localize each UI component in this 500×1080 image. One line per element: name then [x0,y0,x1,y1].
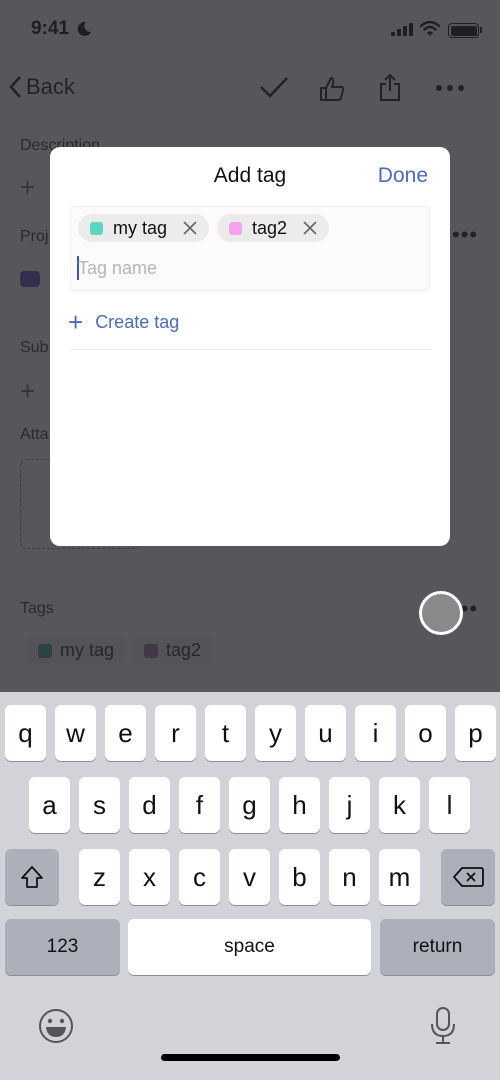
chip-label: my tag [113,217,168,238]
key-j[interactable]: j [329,777,370,833]
create-tag-button[interactable]: + Create tag [68,309,179,335]
divider [70,349,432,350]
key-c[interactable]: c [179,849,220,905]
tag-input-field[interactable]: my tag tag2 [70,206,430,291]
key-q[interactable]: q [5,705,46,761]
key-x[interactable]: x [129,849,170,905]
key-t[interactable]: t [205,705,246,761]
microphone-icon[interactable] [428,1006,458,1046]
done-button[interactable]: Done [378,164,428,188]
touch-indicator [419,591,463,635]
home-indicator [161,1054,340,1061]
numbers-key[interactable]: 123 [5,919,120,975]
add-tag-dialog: Add tag Done my tag tag2 + Create tag [50,147,450,546]
key-k[interactable]: k [379,777,420,833]
selected-tag-chip[interactable]: my tag [78,214,210,242]
key-g[interactable]: g [229,777,270,833]
plus-icon: + [68,307,84,337]
key-a[interactable]: a [29,777,70,833]
key-m[interactable]: m [379,849,420,905]
key-w[interactable]: w [55,705,96,761]
key-y[interactable]: y [255,705,296,761]
chip-label: tag2 [252,217,288,238]
key-v[interactable]: v [229,849,270,905]
key-n[interactable]: n [329,849,370,905]
tag-color-swatch [90,221,103,235]
return-key[interactable]: return [380,919,495,975]
key-u[interactable]: u [305,705,346,761]
remove-tag-icon[interactable] [183,221,197,235]
selected-tag-list: my tag tag2 [78,214,330,242]
key-i[interactable]: i [355,705,396,761]
shift-key[interactable] [5,849,59,905]
key-d[interactable]: d [129,777,170,833]
key-l[interactable]: l [429,777,470,833]
delete-key[interactable] [441,849,495,905]
tag-color-swatch [229,221,243,235]
emoji-icon[interactable] [38,1008,74,1044]
create-tag-label: Create tag [95,311,180,332]
key-s[interactable]: s [79,777,120,833]
key-e[interactable]: e [105,705,146,761]
key-r[interactable]: r [155,705,196,761]
on-screen-keyboard: qwertyuiop asdfghjkl zxcvbnm 123 space r… [0,692,500,1080]
remove-tag-icon[interactable] [303,221,317,235]
key-z[interactable]: z [79,849,120,905]
space-key[interactable]: space [128,919,371,975]
selected-tag-chip[interactable]: tag2 [217,214,330,242]
key-p[interactable]: p [455,705,496,761]
key-o[interactable]: o [405,705,446,761]
key-f[interactable]: f [179,777,220,833]
shift-icon [21,866,43,888]
tag-name-input[interactable] [78,253,408,283]
key-b[interactable]: b [279,849,320,905]
key-h[interactable]: h [279,777,320,833]
backspace-icon [453,867,484,887]
